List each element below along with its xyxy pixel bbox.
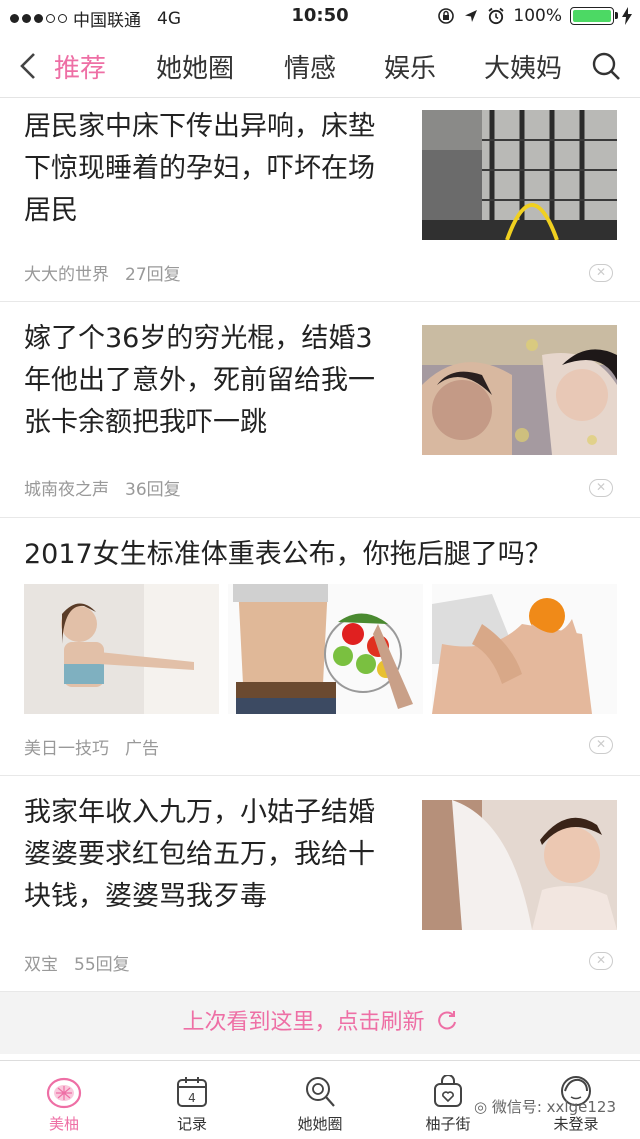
battery-icon [570,7,618,25]
feed-item[interactable]: 居民家中床下传出异响，床垫下惊现睡着的孕妇，吓坏在场居民 大大的世界 27回复 ✕ [0,98,640,302]
battery-percent: 100% [513,6,562,26]
feed-title[interactable]: 2017女生标准体重表公布，你拖后腿了吗？ [24,534,624,576]
wechat-icon: ◎ [474,1098,492,1116]
reply-count: 36回复 [125,480,181,500]
dismiss-icon[interactable]: ✕ [589,264,613,282]
feed-meta: 大大的世界 27回复 [24,260,181,285]
feed-title[interactable]: 居民家中床下传出异响，床垫下惊现睡着的孕妇，吓坏在场居民 [24,106,394,232]
tab-period[interactable]: 大姨妈 [484,48,562,85]
search-icon[interactable] [590,50,622,82]
dismiss-icon[interactable]: ✕ [589,952,613,970]
tab-entertainment[interactable]: 娱乐 [384,48,436,85]
tab-label: 记录 [176,1115,207,1133]
calendar-day: 4 [188,1091,196,1105]
feed-meta: 双宝 55回复 [24,950,130,975]
watermark-text: 微信号: xxlge123 [491,1098,616,1116]
status-bar: 中国联通 4G 10:50 100% [0,0,640,34]
meiyou-icon [46,1077,82,1109]
feed-title[interactable]: 我家年收入九万，小姑子结婚婆婆要求红包给五万，我给十块钱，婆婆骂我歹毒 [24,792,394,918]
tab-emotion[interactable]: 情感 [284,48,336,85]
feed-meta: 美日一技巧 广告 [24,734,159,759]
lollipop-icon [306,1077,335,1107]
refresh-label[interactable]: 上次看到这里，点击刷新 [182,1010,424,1035]
tab-label: 她她圈 [297,1115,343,1133]
tab-meiyou[interactable]: 美柚 [0,1061,128,1139]
reply-count: 55回复 [74,955,130,975]
wechat-watermark: ◎ 微信号: xxlge123 [474,1096,616,1117]
feed-meta: 城南夜之声 36回复 [24,475,181,500]
reply-count: 27回复 [125,265,181,285]
feed-item[interactable]: 我家年收入九万，小姑子结婚婆婆要求红包给五万，我给十块钱，婆婆骂我歹毒 双宝 55… [0,776,640,992]
ad-image-1[interactable] [24,584,219,714]
ad-image-3[interactable] [432,584,617,714]
calendar-icon: 4 [177,1077,207,1107]
author-label[interactable]: 城南夜之声 [24,480,109,500]
feed-thumbnail[interactable] [422,110,617,240]
status-right: 100% [437,6,632,26]
author-label[interactable]: 美日一技巧 [24,739,109,759]
charging-icon [622,7,632,25]
feed-title[interactable]: 嫁了个36岁的穷光棍，结婚3年他出了意外，死前留给我一张卡余额把我吓一跳 [24,318,399,444]
refresh-bar[interactable]: 上次看到这里，点击刷新 [0,992,640,1054]
rotation-lock-icon [438,8,455,24]
tab-recommend[interactable]: 推荐 [54,48,106,85]
dismiss-icon[interactable]: ✕ [589,736,613,754]
feed-thumbnail[interactable] [422,800,617,930]
tab-record[interactable]: 4 记录 [128,1061,256,1139]
back-arrow-icon[interactable] [14,50,44,82]
tab-tatacircle-bottom[interactable]: 她她圈 [256,1061,384,1139]
dismiss-icon[interactable]: ✕ [589,479,613,497]
ad-label: 广告 [125,739,159,759]
author-label[interactable]: 大大的世界 [24,265,109,285]
ad-image-2[interactable] [228,584,423,714]
tab-label: 美柚 [48,1115,79,1133]
refresh-icon[interactable] [436,1010,458,1032]
location-icon [465,10,478,22]
tab-tatacircle[interactable]: 她她圈 [156,48,234,85]
feed-thumbnail[interactable] [422,325,617,455]
top-nav: 推荐 她她圈 情感 娱乐 大姨妈 [0,34,640,98]
shopping-bag-icon [434,1075,462,1107]
author-label[interactable]: 双宝 [24,955,58,975]
alarm-icon [488,7,504,25]
feed-item[interactable]: 嫁了个36岁的穷光棍，结婚3年他出了意外，死前留给我一张卡余额把我吓一跳 城南夜… [0,302,640,518]
